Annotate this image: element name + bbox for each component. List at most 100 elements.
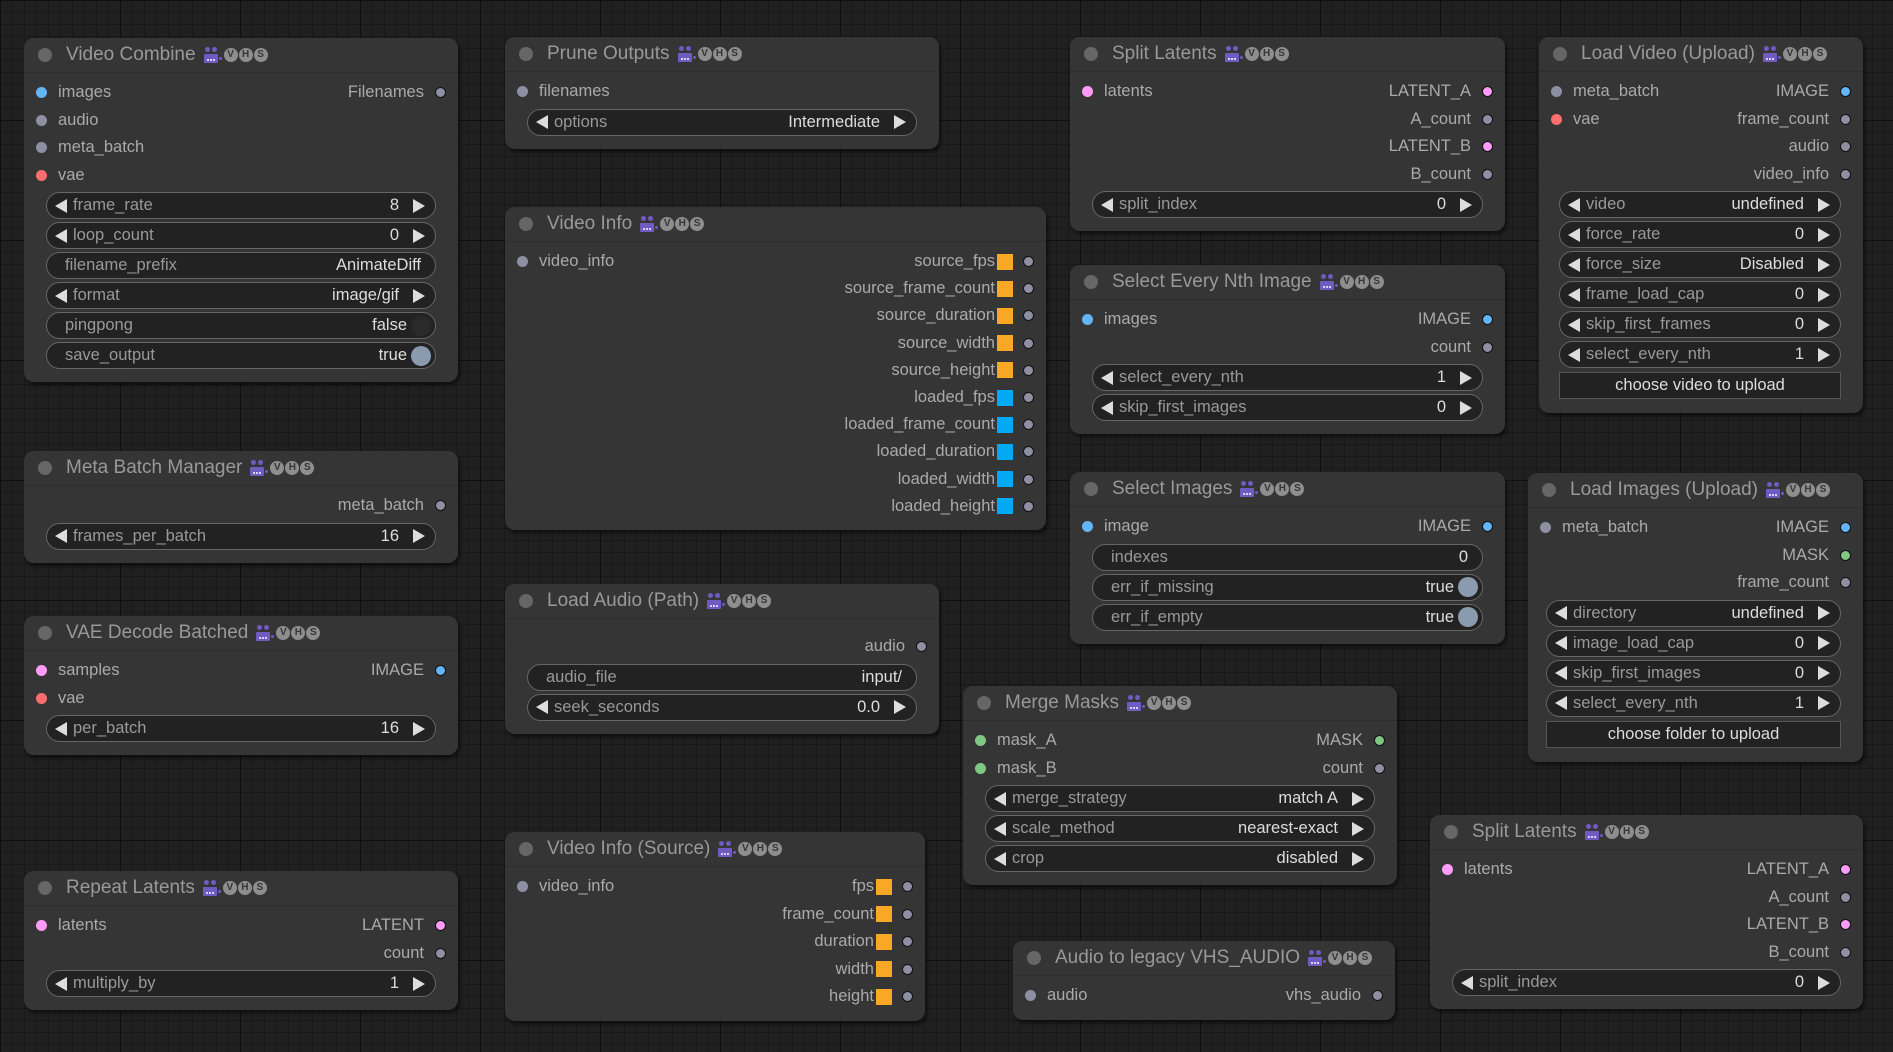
- output-connector-dot[interactable]: [1840, 141, 1851, 153]
- upload-button[interactable]: choose video to upload: [1559, 372, 1841, 399]
- node-split-latents-top[interactable]: Split Latents V H Slatents LATENT_A A_count LA…: [1070, 37, 1505, 231]
- decrement-arrow-icon[interactable]: [55, 228, 67, 243]
- node-load-video-upload[interactable]: Load Video (Upload) V H Smeta_batch IMAGE vae…: [1539, 37, 1863, 413]
- output-slot-vhs-audio[interactable]: vhs_audio: [1286, 986, 1383, 1005]
- increment-arrow-icon[interactable]: [1818, 287, 1830, 302]
- toggle-knob[interactable]: [411, 345, 431, 366]
- output-connector-dot[interactable]: [1840, 864, 1851, 876]
- node-title-bar[interactable]: Audio to legacy VHS_AUDIO V H S: [1013, 941, 1395, 976]
- increment-arrow-icon[interactable]: [413, 228, 425, 243]
- output-slot-latent-b[interactable]: LATENT_B: [1389, 137, 1493, 156]
- collapse-dot-icon[interactable]: [977, 696, 991, 710]
- output-connector-dot[interactable]: [1023, 337, 1034, 349]
- widget-crop[interactable]: crop disabled: [985, 845, 1375, 872]
- output-slot-fps[interactable]: fps: [852, 877, 913, 896]
- increment-arrow-icon[interactable]: [1818, 975, 1830, 990]
- increment-arrow-icon[interactable]: [1460, 370, 1472, 385]
- widget-select-every-nth[interactable]: select_every_nth 1: [1092, 364, 1483, 391]
- widget-merge-strategy[interactable]: merge_strategy match A: [985, 785, 1375, 812]
- output-connector-dot[interactable]: [902, 908, 913, 920]
- widget-filename-prefix[interactable]: filename_prefix AnimateDiff: [46, 252, 436, 279]
- node-video-info[interactable]: Video Info V H Svideo_info source_fps source_…: [505, 207, 1046, 530]
- node-title-bar[interactable]: Load Audio (Path) V H S: [505, 584, 939, 619]
- input-slot-vae[interactable]: vae: [36, 689, 85, 708]
- widget-directory[interactable]: directory undefined: [1546, 599, 1841, 627]
- output-connector-dot[interactable]: [902, 936, 913, 948]
- output-slot-loaded-height[interactable]: loaded_height: [891, 497, 1034, 516]
- collapse-dot-icon[interactable]: [38, 881, 52, 895]
- decrement-arrow-icon[interactable]: [1568, 347, 1580, 362]
- output-slot-count[interactable]: count: [1431, 338, 1493, 357]
- widget-options[interactable]: options Intermediate: [527, 108, 917, 136]
- output-connector-dot[interactable]: [1482, 141, 1493, 153]
- collapse-dot-icon[interactable]: [38, 626, 52, 640]
- collapse-dot-icon[interactable]: [519, 217, 533, 231]
- output-slot-b-count[interactable]: B_count: [1768, 943, 1851, 962]
- node-title-bar[interactable]: Video Combine V H S: [24, 38, 458, 73]
- output-slot-image[interactable]: IMAGE: [1418, 310, 1493, 329]
- input-connector-dot[interactable]: [36, 692, 47, 704]
- output-connector-dot[interactable]: [1482, 168, 1493, 180]
- collapse-dot-icon[interactable]: [1027, 951, 1041, 965]
- collapse-dot-icon[interactable]: [519, 594, 533, 608]
- input-slot-filenames[interactable]: filenames: [517, 82, 610, 101]
- output-connector-dot[interactable]: [1023, 392, 1034, 404]
- node-split-latents-bottom[interactable]: Split Latents V H Slatents LATENT_A A_count LA…: [1430, 815, 1863, 1009]
- input-slot-audio[interactable]: audio: [36, 111, 98, 130]
- decrement-arrow-icon[interactable]: [1568, 257, 1580, 272]
- output-slot-width[interactable]: width: [835, 960, 913, 979]
- output-connector-dot[interactable]: [435, 920, 446, 932]
- output-slot-meta-batch[interactable]: meta_batch: [338, 496, 446, 515]
- increment-arrow-icon[interactable]: [1460, 400, 1472, 415]
- node-prune-outputs[interactable]: Prune Outputs V H Sfilenames options Intermed…: [505, 37, 939, 149]
- node-title-bar[interactable]: Repeat Latents V H S: [24, 871, 458, 906]
- decrement-arrow-icon[interactable]: [55, 529, 67, 543]
- output-slot-source-frame-count[interactable]: source_frame_count: [845, 279, 1034, 298]
- input-connector-dot[interactable]: [1442, 864, 1453, 876]
- collapse-dot-icon[interactable]: [519, 47, 533, 61]
- output-connector-dot[interactable]: [435, 665, 446, 677]
- widget-pingpong[interactable]: pingpong false: [46, 312, 436, 339]
- widget-force-rate[interactable]: force_rate 0: [1559, 221, 1841, 248]
- node-title-bar[interactable]: Meta Batch Manager V H S: [24, 451, 458, 486]
- output-connector-dot[interactable]: [1023, 473, 1034, 485]
- input-connector-dot[interactable]: [1082, 314, 1093, 326]
- output-connector-dot[interactable]: [1482, 113, 1493, 125]
- output-slot-source-width[interactable]: source_width: [898, 334, 1034, 353]
- output-slot-b-count[interactable]: B_count: [1410, 165, 1493, 184]
- output-connector-dot[interactable]: [1023, 283, 1034, 295]
- output-slot-latent-a[interactable]: LATENT_A: [1747, 860, 1851, 879]
- widget-frames-per-batch[interactable]: frames_per_batch 16: [46, 522, 436, 550]
- decrement-arrow-icon[interactable]: [994, 851, 1006, 866]
- node-select-images[interactable]: Select Images V H Simage IMAGE indexes 0 err_if…: [1070, 472, 1505, 644]
- node-title-bar[interactable]: Select Images V H S: [1070, 472, 1505, 507]
- widget-err-if-empty[interactable]: err_if_empty true: [1092, 603, 1483, 631]
- node-title-bar[interactable]: Load Images (Upload) V H S: [1528, 473, 1863, 508]
- toggle-knob[interactable]: [1458, 607, 1478, 627]
- input-slot-mask-a[interactable]: mask_A: [975, 731, 1057, 750]
- output-connector-dot[interactable]: [1840, 891, 1851, 903]
- output-slot-count[interactable]: count: [1323, 759, 1385, 778]
- input-slot-meta-batch[interactable]: meta_batch: [36, 138, 144, 157]
- node-meta-batch-manager[interactable]: Meta Batch Manager V H S meta_batch frames_pe…: [24, 451, 458, 563]
- decrement-arrow-icon[interactable]: [1555, 696, 1567, 710]
- node-select-every-nth-image[interactable]: Select Every Nth Image V H Simages IMAGE coun…: [1070, 265, 1505, 434]
- input-connector-dot[interactable]: [1540, 522, 1551, 534]
- output-slot-duration[interactable]: duration: [814, 932, 913, 951]
- output-slot-frame-count[interactable]: frame_count: [1737, 110, 1851, 129]
- input-slot-audio[interactable]: audio: [1025, 986, 1087, 1005]
- input-connector-dot[interactable]: [36, 920, 47, 932]
- widget-audio-file[interactable]: audio_file input/: [527, 663, 917, 691]
- decrement-arrow-icon[interactable]: [1461, 975, 1473, 990]
- node-load-images-upload[interactable]: Load Images (Upload) V H Smeta_batch IMAGE MA…: [1528, 473, 1863, 762]
- decrement-arrow-icon[interactable]: [1568, 227, 1580, 242]
- increment-arrow-icon[interactable]: [413, 288, 425, 303]
- input-connector-dot[interactable]: [975, 762, 986, 774]
- input-connector-dot[interactable]: [975, 735, 986, 747]
- collapse-dot-icon[interactable]: [1553, 47, 1567, 61]
- output-connector-dot[interactable]: [1840, 113, 1851, 125]
- decrement-arrow-icon[interactable]: [1568, 197, 1580, 212]
- increment-arrow-icon[interactable]: [1352, 821, 1364, 836]
- output-slot-audio[interactable]: audio: [1789, 137, 1851, 156]
- widget-loop-count[interactable]: loop_count 0: [46, 222, 436, 249]
